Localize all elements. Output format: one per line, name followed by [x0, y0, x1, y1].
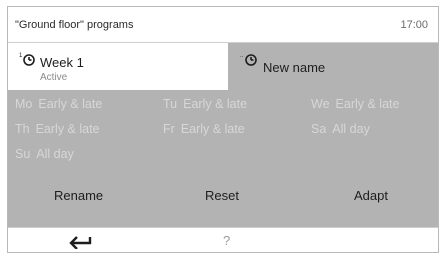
adapt-button[interactable]: Adapt [354, 188, 388, 203]
back-arrow-icon[interactable] [68, 233, 94, 250]
schedule-item: Tu Early & late [163, 97, 247, 111]
tab-week-1[interactable]: 1 Week 1 Active [8, 43, 228, 90]
day-value: Early & late [38, 97, 103, 111]
tab-status: Active [40, 72, 68, 83]
day-value: Early & late [35, 122, 100, 136]
programs-screen: "Ground floor" programs 17:00 1 Week 1 A… [7, 6, 439, 253]
schedule-item: Sa All day [311, 122, 370, 136]
action-bar: Rename Reset Adapt [8, 188, 438, 212]
day-abbr: Th [15, 122, 30, 136]
reset-button[interactable]: Reset [205, 188, 239, 203]
rename-button[interactable]: Rename [54, 188, 103, 203]
tab-label: Week 1 [40, 55, 84, 70]
day-value: Early & late [180, 122, 245, 136]
schedule-item: Mo Early & late [15, 97, 102, 111]
day-value: Early & late [335, 97, 400, 111]
bottom-bar: ? [8, 227, 438, 252]
day-value: Early & late [183, 97, 248, 111]
day-value: All day [332, 122, 370, 136]
day-value: All day [36, 147, 74, 161]
day-abbr: Mo [15, 97, 33, 111]
svg-text:1: 1 [19, 53, 23, 59]
clock-icon: .. [240, 51, 258, 67]
day-abbr: Fr [163, 122, 175, 136]
page-title: "Ground floor" programs [15, 19, 134, 31]
clock-time: 17:00 [400, 19, 428, 31]
schedule-item: Su All day [15, 147, 74, 161]
schedule-item: We Early & late [311, 97, 399, 111]
day-abbr: Su [15, 147, 31, 161]
day-abbr: Tu [163, 97, 178, 111]
program-tabs: 1 Week 1 Active .. New name [8, 43, 438, 90]
day-abbr: Sa [311, 122, 327, 136]
schedule-item: Fr Early & late [163, 122, 245, 136]
title-bar: "Ground floor" programs 17:00 [8, 7, 438, 43]
tab-new-name[interactable]: .. New name [228, 43, 438, 90]
tab-label: New name [263, 60, 326, 75]
help-button[interactable]: ? [223, 233, 230, 248]
schedule-panel: Mo Early & late Tu Early & late We Early & … [8, 90, 438, 227]
day-abbr: We [311, 97, 330, 111]
svg-text:..: .. [240, 53, 244, 59]
clock-icon: 1 [18, 51, 36, 67]
schedule-item: Th Early & late [15, 122, 100, 136]
